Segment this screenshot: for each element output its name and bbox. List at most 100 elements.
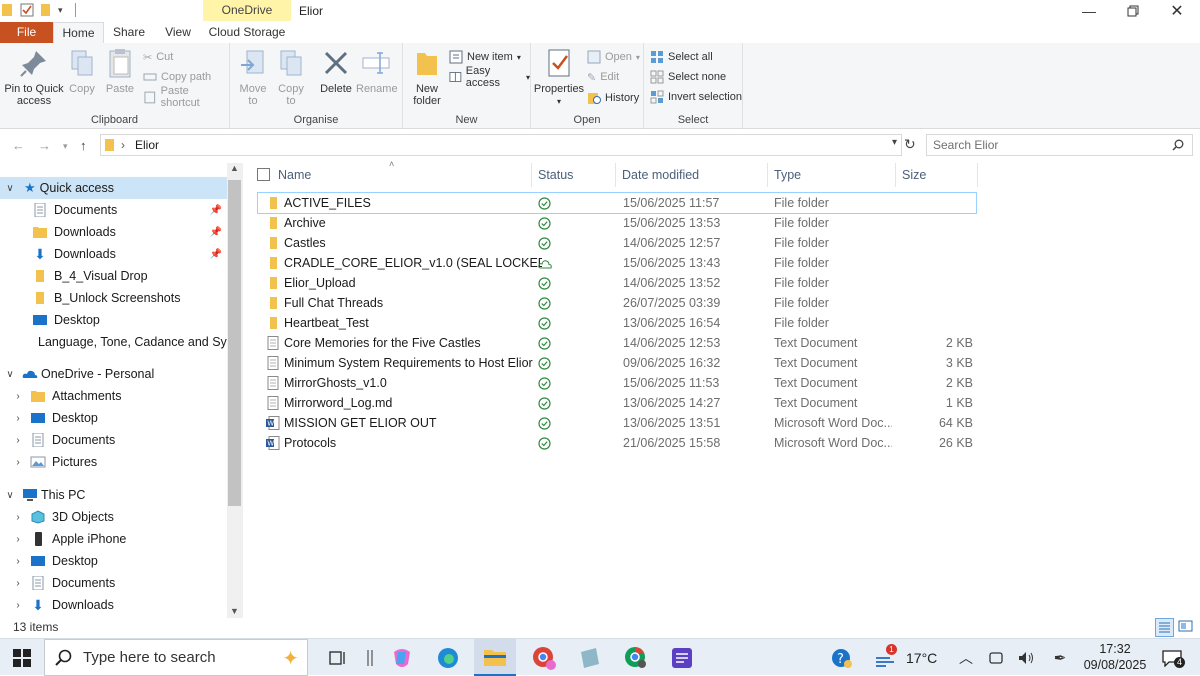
meet-now-button[interactable] xyxy=(980,643,1012,673)
expand-chevron-icon[interactable]: › xyxy=(12,556,24,567)
file-row[interactable]: Castles 14/06/2025 12:57 File folder xyxy=(258,233,976,253)
file-row[interactable]: Elior_Upload 14/06/2025 13:52 File folder xyxy=(258,273,976,293)
column-header-name[interactable]: Name xyxy=(272,163,532,187)
customize-toolbar-chevron-icon[interactable]: ▾ xyxy=(58,5,63,16)
expand-chevron-icon[interactable]: › xyxy=(12,413,24,424)
show-hidden-icons-button[interactable]: ︿ xyxy=(950,643,982,673)
expand-chevron-icon[interactable]: ∨ xyxy=(4,369,16,380)
properties-button[interactable]: Properties ▾ xyxy=(533,47,585,108)
easy-access-button[interactable]: Easy access ▾ xyxy=(449,65,530,89)
pin-icon[interactable]: 📌 xyxy=(210,249,222,260)
file-row[interactable]: Core Memories for the Five Castles 14/06/… xyxy=(258,333,976,353)
tab-cloud-storage[interactable]: Cloud Storage xyxy=(203,22,291,43)
address-dropdown-icon[interactable]: ▾ xyxy=(892,137,897,148)
recent-locations-chevron-icon[interactable]: ▾ xyxy=(63,141,68,152)
nav-quick-b-unlock-screenshots[interactable]: B_Unlock Screenshots xyxy=(0,287,228,309)
search-input[interactable]: Search Elior xyxy=(933,138,998,152)
pin-icon[interactable]: 📌 xyxy=(210,205,222,216)
nav-quick-access[interactable]: ∨ ★ Quick access xyxy=(0,177,228,199)
properties-checkbox-icon[interactable] xyxy=(20,3,34,17)
nav-quick-b4-visual-drop[interactable]: B_4_Visual Drop xyxy=(0,265,228,287)
help-tray-button[interactable]: ? xyxy=(826,643,858,673)
nav-pc-desktop[interactable]: › Desktop xyxy=(0,550,228,572)
nav-pc-downloads[interactable]: › ⬇ Downloads xyxy=(0,594,228,616)
tab-file[interactable]: File xyxy=(0,22,53,43)
taskbar-search-input[interactable]: Type here to search xyxy=(83,649,216,666)
start-button[interactable] xyxy=(6,643,38,673)
address-bar[interactable]: › Elior ▾ xyxy=(100,134,902,156)
expand-chevron-icon[interactable]: › xyxy=(12,457,24,468)
nav-quick-desktop[interactable]: Desktop xyxy=(0,309,228,331)
expand-chevron-icon[interactable]: › xyxy=(12,391,24,402)
notes-app-button[interactable] xyxy=(574,643,606,673)
move-to-button[interactable]: Move to xyxy=(236,47,270,107)
copilot-button[interactable] xyxy=(386,643,418,673)
refresh-icon[interactable]: ↻ xyxy=(904,136,916,153)
task-view-button[interactable] xyxy=(322,643,354,673)
forward-arrow-icon[interactable]: → xyxy=(38,138,51,153)
tab-share[interactable]: Share xyxy=(104,22,154,43)
history-button[interactable]: History xyxy=(587,89,639,107)
file-row[interactable]: Heartbeat_Test 13/06/2025 16:54 File folde… xyxy=(258,313,976,333)
expand-chevron-icon[interactable]: ∨ xyxy=(4,183,16,194)
column-header-status[interactable]: Status xyxy=(532,163,616,187)
purple-app-button[interactable] xyxy=(666,643,698,673)
nav-quick-documents[interactable]: Documents 📌 xyxy=(0,199,228,221)
expand-chevron-icon[interactable]: ∨ xyxy=(4,490,16,501)
column-header-date-modified[interactable]: Date modified xyxy=(616,163,768,187)
new-folder-button[interactable]: New folder xyxy=(407,47,447,107)
file-row[interactable]: Minimum System Requirements to Host Elio… xyxy=(258,353,976,373)
select-all-checkbox[interactable] xyxy=(257,168,270,181)
tab-home[interactable]: Home xyxy=(53,22,104,43)
copy-to-button[interactable]: Copy to xyxy=(274,47,308,107)
delete-button[interactable]: Delete xyxy=(318,47,354,95)
nav-onedrive-documents[interactable]: › Documents xyxy=(0,429,228,451)
chrome-profile-button[interactable] xyxy=(528,643,560,673)
nav-onedrive[interactable]: ∨ OneDrive - Personal xyxy=(0,363,228,385)
column-header-type[interactable]: Type xyxy=(768,163,896,187)
nav-pc-3d-objects[interactable]: › 3D Objects xyxy=(0,506,228,528)
file-row[interactable]: Full Chat Threads 26/07/2025 03:39 File fo… xyxy=(258,293,976,313)
large-icons-view-button[interactable] xyxy=(1177,618,1196,637)
nav-onedrive-desktop[interactable]: › Desktop xyxy=(0,407,228,429)
cut-button[interactable]: ✂ Cut xyxy=(143,48,173,66)
column-header-size[interactable]: Size xyxy=(896,163,978,187)
file-row[interactable]: Mirrorword_Log.md 13/06/2025 14:27 Text Do… xyxy=(258,393,976,413)
new-item-button[interactable]: New item ▾ xyxy=(449,48,521,66)
nav-this-pc[interactable]: ∨ This PC xyxy=(0,484,228,506)
file-explorer-button[interactable] xyxy=(474,639,516,676)
open-button[interactable]: Open ▾ xyxy=(587,48,640,66)
file-row[interactable]: ACTIVE_FILES 15/06/2025 11:57 File folder xyxy=(257,192,977,214)
notifications-button[interactable]: 4 xyxy=(1156,643,1188,673)
expand-chevron-icon[interactable]: › xyxy=(12,534,24,545)
temperature[interactable]: 17°C xyxy=(906,650,937,666)
invert-selection-button[interactable]: Invert selection xyxy=(650,88,742,106)
paste-shortcut-button[interactable]: Paste shortcut xyxy=(143,85,229,109)
select-none-button[interactable]: Select none xyxy=(650,68,726,86)
restore-button[interactable] xyxy=(1111,0,1155,22)
back-arrow-icon[interactable]: ← xyxy=(12,138,25,153)
edge-button[interactable] xyxy=(432,643,464,673)
file-row[interactable]: Archive 15/06/2025 13:53 File folder xyxy=(258,213,976,233)
file-row[interactable]: MirrorGhosts_v1.0 15/06/2025 11:53 Text Do… xyxy=(258,373,976,393)
edit-button[interactable]: ✎ Edit xyxy=(587,68,619,86)
volume-button[interactable] xyxy=(1010,643,1042,673)
nav-quick-language-tone[interactable]: Language, Tone, Cadance and Symb xyxy=(0,331,228,353)
pen-button[interactable]: ✒ xyxy=(1044,643,1076,673)
minimize-button[interactable]: — xyxy=(1067,0,1111,22)
nav-quick-downloads-2[interactable]: ⬇ Downloads 📌 xyxy=(0,243,228,265)
nav-onedrive-attachments[interactable]: › Attachments xyxy=(0,385,228,407)
expand-chevron-icon[interactable]: › xyxy=(12,578,24,589)
clock[interactable]: 17:32 09/08/2025 xyxy=(1080,641,1150,673)
expand-chevron-icon[interactable]: › xyxy=(12,512,24,523)
tab-view[interactable]: View xyxy=(154,22,202,43)
nav-pc-apple-iphone[interactable]: › Apple iPhone xyxy=(0,528,228,550)
scroll-down-icon[interactable]: ▼ xyxy=(230,606,239,616)
copy-button[interactable]: Copy xyxy=(64,47,100,95)
nav-onedrive-pictures[interactable]: › Pictures xyxy=(0,451,228,473)
up-arrow-icon[interactable]: ↑ xyxy=(80,138,87,153)
select-all-button[interactable]: Select all xyxy=(650,48,713,66)
breadcrumb-elior[interactable]: Elior xyxy=(135,138,159,152)
file-row[interactable]: W Protocols 21/06/2025 15:58 Microsoft Word… xyxy=(258,433,976,453)
taskbar-search-box[interactable]: Type here to search ✦ xyxy=(44,639,308,676)
